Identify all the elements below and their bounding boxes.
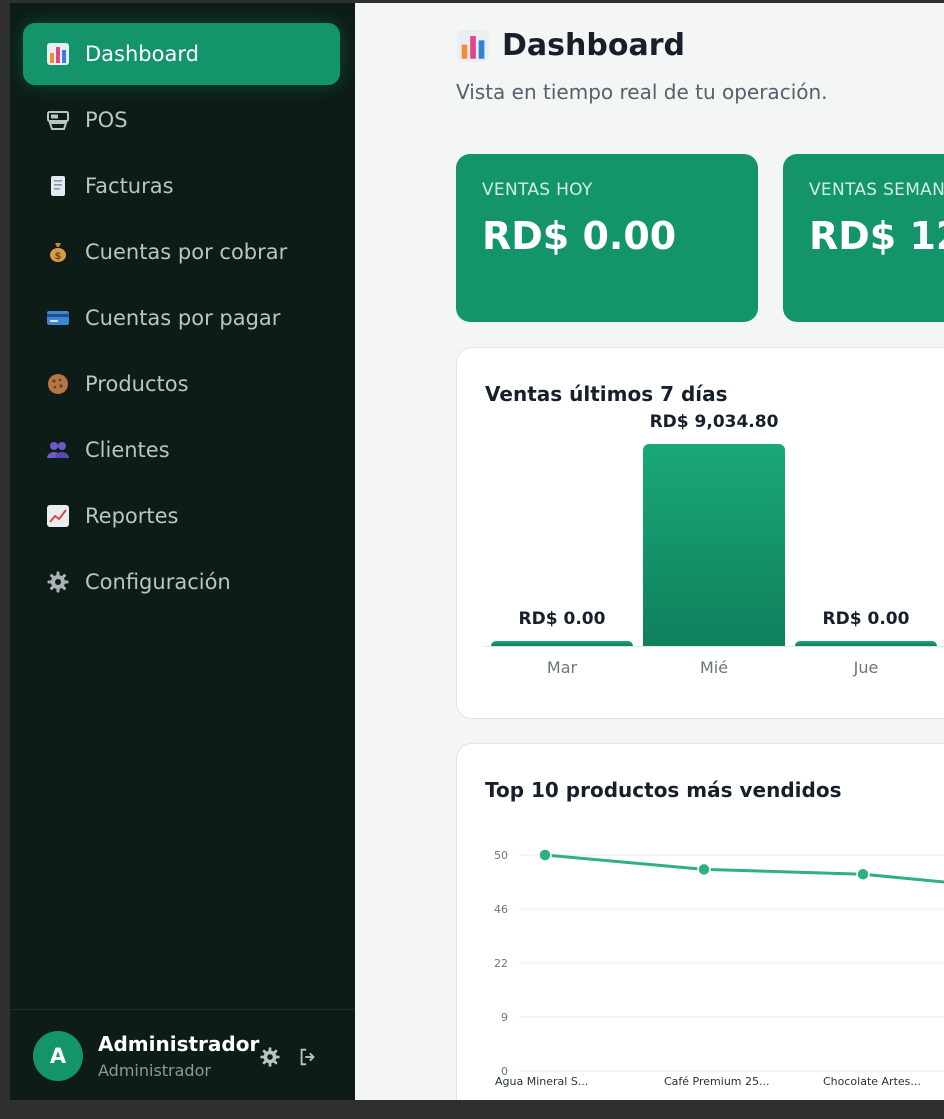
- bar-jue[interactable]: [795, 641, 937, 646]
- stat-card-ventas-hoy: VENTAS HOY RD$ 0.00: [456, 154, 758, 322]
- page-title: Dashboard: [456, 28, 685, 63]
- bar-value-label: RD$ 0.00: [822, 609, 910, 629]
- sidebar-divider: [10, 1009, 355, 1010]
- main-content: Dashboard Vista en tiempo real de tu ope…: [355, 3, 944, 1100]
- bar-chart-icon: [456, 29, 490, 63]
- x-tick-label: Agua Mineral S...: [495, 1075, 588, 1088]
- y-tick-label: 9: [501, 1011, 508, 1024]
- data-point[interactable]: [856, 867, 870, 881]
- sales-chart-panel: Ventas últimos 7 días RD$ 0.00 Mar RD$ 9,0…: [456, 347, 944, 719]
- x-tick-label: Chocolate Artes...: [823, 1075, 921, 1088]
- users-icon: [45, 437, 71, 463]
- stat-label: VENTAS SEMAN: [809, 180, 944, 200]
- svg-text:$: $: [55, 251, 62, 262]
- data-point[interactable]: [538, 848, 552, 862]
- sidebar-item-label: Cuentas por pagar: [85, 306, 281, 330]
- money-bag-icon: $: [45, 239, 71, 265]
- avatar[interactable]: A: [33, 1031, 83, 1081]
- bar-value-label: RD$ 9,034.80: [649, 412, 779, 432]
- sidebar-item-reportes[interactable]: Reportes: [23, 485, 340, 547]
- stat-value: RD$ 0.00: [482, 214, 677, 258]
- cash-register-icon: [45, 107, 71, 133]
- credit-card-icon: [45, 305, 71, 331]
- document-icon: [45, 173, 71, 199]
- top-products-panel: Top 10 productos más vendidos 50 46 22 9 0 Ag…: [456, 743, 944, 1100]
- sidebar: Dashboard POS Facturas $ Cuentas por cob…: [10, 3, 355, 1100]
- user-name: Administrador: [98, 1032, 260, 1056]
- sidebar-item-cuentas-cobrar[interactable]: $ Cuentas por cobrar: [23, 221, 340, 283]
- cookie-icon: [45, 371, 71, 397]
- bar-category-label: Mié: [699, 658, 729, 677]
- series-line: [544, 853, 944, 884]
- bar-chart-icon: [45, 41, 71, 67]
- bar-value-label: RD$ 0.00: [518, 609, 606, 629]
- sidebar-item-label: Cuentas por cobrar: [85, 240, 288, 264]
- app-window: Dashboard POS Facturas $ Cuentas por cob…: [10, 3, 944, 1100]
- bar-mar[interactable]: [491, 641, 633, 646]
- settings-gear-icon[interactable]: [258, 1045, 282, 1069]
- sidebar-item-cuentas-pagar[interactable]: Cuentas por pagar: [23, 287, 340, 349]
- bar-mié[interactable]: [643, 444, 785, 646]
- sidebar-item-pos[interactable]: POS: [23, 89, 340, 151]
- y-tick-label: 46: [494, 903, 508, 916]
- sidebar-item-configuracion[interactable]: Configuración: [23, 551, 340, 613]
- sidebar-item-label: Productos: [85, 372, 189, 396]
- gear-icon: [45, 569, 71, 595]
- sidebar-item-facturas[interactable]: Facturas: [23, 155, 340, 217]
- bar-category-label: Jue: [853, 658, 879, 677]
- sidebar-item-label: Clientes: [85, 438, 170, 462]
- logout-icon[interactable]: [296, 1045, 320, 1069]
- sidebar-item-clientes[interactable]: Clientes: [23, 419, 340, 481]
- stat-card-ventas-semana: VENTAS SEMAN RD$ 12,: [783, 154, 944, 322]
- trend-chart-icon: [45, 503, 71, 529]
- y-tick-label: 22: [494, 957, 508, 970]
- user-role: Administrador: [98, 1061, 211, 1080]
- sidebar-item-label: POS: [85, 108, 128, 132]
- stat-value: RD$ 12,: [809, 214, 944, 258]
- sidebar-item-label: Dashboard: [85, 42, 199, 66]
- data-point[interactable]: [697, 862, 711, 877]
- page-title-text: Dashboard: [502, 28, 685, 63]
- page-subtitle: Vista en tiempo real de tu operación.: [456, 80, 828, 104]
- sidebar-item-label: Reportes: [85, 504, 179, 528]
- bar-baseline: [485, 646, 944, 647]
- x-tick-label: Café Premium 25...: [664, 1075, 770, 1088]
- sidebar-item-dashboard[interactable]: Dashboard: [23, 23, 340, 85]
- y-tick-label: 50: [494, 849, 508, 862]
- sidebar-item-label: Configuración: [85, 570, 231, 594]
- stat-label: VENTAS HOY: [482, 180, 593, 200]
- sidebar-item-label: Facturas: [85, 174, 174, 198]
- line-chart: 50462290Agua Mineral S... Café Premium 25…: [494, 848, 944, 1088]
- sidebar-item-productos[interactable]: Productos: [23, 353, 340, 415]
- chart-title: Ventas últimos 7 días: [485, 382, 728, 406]
- bar-category-label: Mar: [546, 658, 578, 677]
